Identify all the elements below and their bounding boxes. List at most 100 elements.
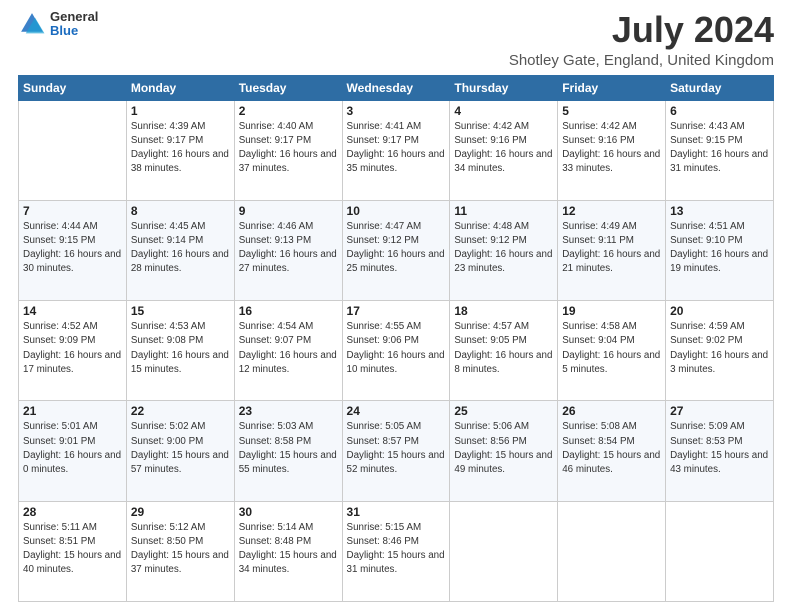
day-number: 19	[562, 304, 661, 318]
day-number: 8	[131, 204, 230, 218]
day-number: 31	[347, 505, 446, 519]
week-row-1: 1 Sunrise: 4:39 AMSunset: 9:17 PMDaylight…	[19, 100, 774, 200]
day-info: Sunrise: 5:08 AMSunset: 8:54 PMDaylight:…	[562, 420, 661, 477]
logo-text: General Blue	[50, 10, 98, 39]
day-number: 23	[239, 404, 338, 418]
day-number: 20	[670, 304, 769, 318]
day-info: Sunrise: 5:02 AMSunset: 9:00 PMDaylight:…	[131, 420, 230, 477]
day-info: Sunrise: 5:12 AMSunset: 8:50 PMDaylight:…	[131, 521, 230, 578]
calendar-page: General Blue July 2024 Shotley Gate, Eng…	[0, 0, 792, 612]
week-row-2: 7 Sunrise: 4:44 AMSunset: 9:15 PMDaylight…	[19, 200, 774, 300]
day-cell: 23Sunrise: 5:03 AMSunset: 8:58 PMDayligh…	[234, 401, 342, 501]
day-cell: 25Sunrise: 5:06 AMSunset: 8:56 PMDayligh…	[450, 401, 558, 501]
location-subtitle: Shotley Gate, England, United Kingdom	[509, 52, 774, 69]
day-cell: 9 Sunrise: 4:46 AMSunset: 9:13 PMDaylight…	[234, 200, 342, 300]
day-number: 9	[239, 204, 338, 218]
day-header-thursday: Thursday	[450, 75, 558, 100]
day-number: 11	[454, 204, 553, 218]
day-info: Sunrise: 4:52 AMSunset: 9:09 PMDaylight:…	[23, 320, 122, 377]
day-info: Sunrise: 5:01 AMSunset: 9:01 PMDaylight:…	[23, 420, 122, 477]
day-number: 22	[131, 404, 230, 418]
day-info: Sunrise: 4:51 AMSunset: 9:10 PMDaylight:…	[670, 220, 769, 277]
day-cell: 27 Sunrise: 5:09 AMSunset: 8:53 PMDayligh…	[666, 401, 774, 501]
day-header-saturday: Saturday	[666, 75, 774, 100]
day-number: 13	[670, 204, 769, 218]
day-number: 28	[23, 505, 122, 519]
day-cell: 31 Sunrise: 5:15 AMSunset: 8:46 PMDayligh…	[342, 501, 450, 601]
day-info: Sunrise: 4:55 AMSunset: 9:06 PMDaylight:…	[347, 320, 446, 377]
day-number: 25	[454, 404, 553, 418]
day-cell: 21Sunrise: 5:01 AMSunset: 9:01 PMDayligh…	[19, 401, 127, 501]
day-number: 1	[131, 104, 230, 118]
day-cell: 20 Sunrise: 4:59 AMSunset: 9:02 PMDayligh…	[666, 301, 774, 401]
day-info: Sunrise: 4:44 AMSunset: 9:15 PMDaylight:…	[23, 220, 122, 277]
day-info: Sunrise: 5:15 AMSunset: 8:46 PMDaylight:…	[347, 521, 446, 578]
day-number: 14	[23, 304, 122, 318]
day-number: 17	[347, 304, 446, 318]
day-info: Sunrise: 5:11 AMSunset: 8:51 PMDaylight:…	[23, 521, 122, 578]
day-info: Sunrise: 4:40 AMSunset: 9:17 PMDaylight:…	[239, 120, 338, 177]
day-cell	[450, 501, 558, 601]
day-cell: 13 Sunrise: 4:51 AMSunset: 9:10 PMDayligh…	[666, 200, 774, 300]
logo-line1: General	[50, 10, 98, 24]
day-header-wednesday: Wednesday	[342, 75, 450, 100]
day-number: 5	[562, 104, 661, 118]
title-area: July 2024 Shotley Gate, England, United …	[509, 10, 774, 69]
day-number: 7	[23, 204, 122, 218]
day-cell: 28 Sunrise: 5:11 AMSunset: 8:51 PMDayligh…	[19, 501, 127, 601]
day-number: 16	[239, 304, 338, 318]
day-number: 2	[239, 104, 338, 118]
day-info: Sunrise: 4:41 AMSunset: 9:17 PMDaylight:…	[347, 120, 446, 177]
logo-icon	[18, 10, 46, 38]
day-info: Sunrise: 4:59 AMSunset: 9:02 PMDaylight:…	[670, 320, 769, 377]
month-title: July 2024	[509, 10, 774, 50]
day-number: 6	[670, 104, 769, 118]
week-row-3: 14 Sunrise: 4:52 AMSunset: 9:09 PMDayligh…	[19, 301, 774, 401]
day-info: Sunrise: 4:53 AMSunset: 9:08 PMDaylight:…	[131, 320, 230, 377]
header: General Blue July 2024 Shotley Gate, Eng…	[18, 10, 774, 69]
day-cell: 12Sunrise: 4:49 AMSunset: 9:11 PMDayligh…	[558, 200, 666, 300]
calendar-body: 1 Sunrise: 4:39 AMSunset: 9:17 PMDaylight…	[19, 100, 774, 601]
day-header-friday: Friday	[558, 75, 666, 100]
day-number: 29	[131, 505, 230, 519]
day-number: 12	[562, 204, 661, 218]
day-info: Sunrise: 4:45 AMSunset: 9:14 PMDaylight:…	[131, 220, 230, 277]
week-row-5: 28 Sunrise: 5:11 AMSunset: 8:51 PMDayligh…	[19, 501, 774, 601]
day-cell	[558, 501, 666, 601]
day-cell: 22 Sunrise: 5:02 AMSunset: 9:00 PMDayligh…	[126, 401, 234, 501]
day-number: 27	[670, 404, 769, 418]
day-info: Sunrise: 4:57 AMSunset: 9:05 PMDaylight:…	[454, 320, 553, 377]
header-row: SundayMondayTuesdayWednesdayThursdayFrid…	[19, 75, 774, 100]
day-info: Sunrise: 4:46 AMSunset: 9:13 PMDaylight:…	[239, 220, 338, 277]
logo: General Blue	[18, 10, 98, 39]
day-cell: 8 Sunrise: 4:45 AMSunset: 9:14 PMDaylight…	[126, 200, 234, 300]
day-info: Sunrise: 4:43 AMSunset: 9:15 PMDaylight:…	[670, 120, 769, 177]
day-cell: 7 Sunrise: 4:44 AMSunset: 9:15 PMDaylight…	[19, 200, 127, 300]
day-info: Sunrise: 5:05 AMSunset: 8:57 PMDaylight:…	[347, 420, 446, 477]
day-header-sunday: Sunday	[19, 75, 127, 100]
day-number: 26	[562, 404, 661, 418]
day-number: 4	[454, 104, 553, 118]
day-cell: 18 Sunrise: 4:57 AMSunset: 9:05 PMDayligh…	[450, 301, 558, 401]
day-cell: 4Sunrise: 4:42 AMSunset: 9:16 PMDaylight…	[450, 100, 558, 200]
day-header-tuesday: Tuesday	[234, 75, 342, 100]
day-info: Sunrise: 4:39 AMSunset: 9:17 PMDaylight:…	[131, 120, 230, 177]
day-number: 15	[131, 304, 230, 318]
day-info: Sunrise: 4:47 AMSunset: 9:12 PMDaylight:…	[347, 220, 446, 277]
day-cell: 5 Sunrise: 4:42 AMSunset: 9:16 PMDaylight…	[558, 100, 666, 200]
day-number: 18	[454, 304, 553, 318]
day-info: Sunrise: 4:48 AMSunset: 9:12 PMDaylight:…	[454, 220, 553, 277]
day-cell	[666, 501, 774, 601]
week-row-4: 21Sunrise: 5:01 AMSunset: 9:01 PMDayligh…	[19, 401, 774, 501]
day-info: Sunrise: 5:09 AMSunset: 8:53 PMDaylight:…	[670, 420, 769, 477]
day-cell: 17 Sunrise: 4:55 AMSunset: 9:06 PMDayligh…	[342, 301, 450, 401]
calendar-header: SundayMondayTuesdayWednesdayThursdayFrid…	[19, 75, 774, 100]
day-header-monday: Monday	[126, 75, 234, 100]
day-cell: 14 Sunrise: 4:52 AMSunset: 9:09 PMDayligh…	[19, 301, 127, 401]
day-info: Sunrise: 4:42 AMSunset: 9:16 PMDaylight:…	[562, 120, 661, 177]
day-cell: 3Sunrise: 4:41 AMSunset: 9:17 PMDaylight…	[342, 100, 450, 200]
day-number: 30	[239, 505, 338, 519]
day-cell: 19Sunrise: 4:58 AMSunset: 9:04 PMDayligh…	[558, 301, 666, 401]
calendar-table: SundayMondayTuesdayWednesdayThursdayFrid…	[18, 75, 774, 602]
day-number: 10	[347, 204, 446, 218]
